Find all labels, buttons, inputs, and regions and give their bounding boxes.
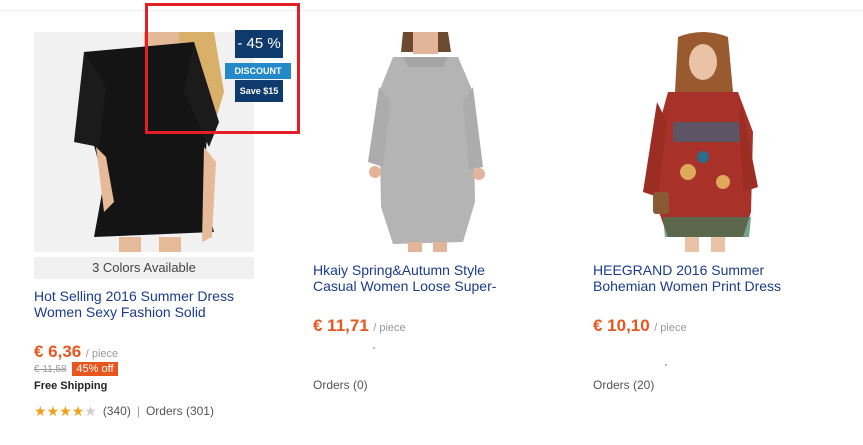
price: € 10,10 [593,316,650,335]
orders-count[interactable]: Orders (0) [313,378,368,392]
product-title-link[interactable]: Hkaiy Spring&Autumn Style Casual Women L… [313,262,538,294]
star-rating[interactable]: ★ ★ ★ ★ ★ [34,404,97,418]
product-card[interactable]: Hkaiy Spring&Autumn Style Casual Women L… [313,0,543,445]
original-price-row: € 11,58 45% off [34,362,118,376]
free-shipping-label: Free Shipping [34,380,108,392]
price-unit: / piece [654,322,687,334]
star-icon: ★ [59,403,72,419]
price-unit: / piece [373,322,406,334]
title-line: Bohemian Women Print Dress [593,278,782,294]
discount-off-badge: 45% off [72,362,118,376]
rating-count[interactable]: (340) [103,404,131,418]
price-row: € 10,10 / piece [593,316,687,336]
title-line: Casual Women Loose Super- [313,278,497,294]
star-half-icon: ★ [84,403,97,419]
product-title-link[interactable]: HEEGRAND 2016 Summer Bohemian Women Prin… [593,262,818,294]
title-line: Hkaiy Spring&Autumn Style [313,262,485,278]
dress-image-print [593,32,813,252]
title-line: HEEGRAND 2016 Summer [593,262,765,278]
separator: | [136,404,140,418]
dress-image-grey [313,32,533,252]
star-icon: ★ [71,403,85,419]
title-line: Women Sexy Fashion Solid [34,304,206,320]
star-icon: ★ [46,403,60,419]
price-unit: / piece [85,348,119,360]
orders-count[interactable]: Orders (301) [146,404,214,418]
orders-count[interactable]: Orders (20) [593,378,654,392]
price: € 11,71 [313,316,369,335]
price-row: € 6,36 / piece [34,342,118,362]
product-image[interactable] [313,32,533,252]
rating-row: ★ ★ ★ ★ ★ (340) | Orders (301) [34,404,214,418]
price-row: € 11,71 / piece [313,316,406,336]
original-price: € 11,58 [34,364,67,375]
price: € 6,36 [34,342,82,361]
title-line: Hot Selling 2016 Summer Dress [34,288,234,304]
product-image[interactable] [593,32,813,252]
highlight-box [145,3,300,134]
decorative-dot [373,347,375,349]
decorative-dot [665,364,667,366]
product-title-link[interactable]: Hot Selling 2016 Summer Dress Women Sexy… [34,288,259,320]
product-card[interactable]: HEEGRAND 2016 Summer Bohemian Women Prin… [593,0,823,445]
colors-available[interactable]: 3 Colors Available [34,257,254,279]
star-icon: ★ [34,403,47,419]
